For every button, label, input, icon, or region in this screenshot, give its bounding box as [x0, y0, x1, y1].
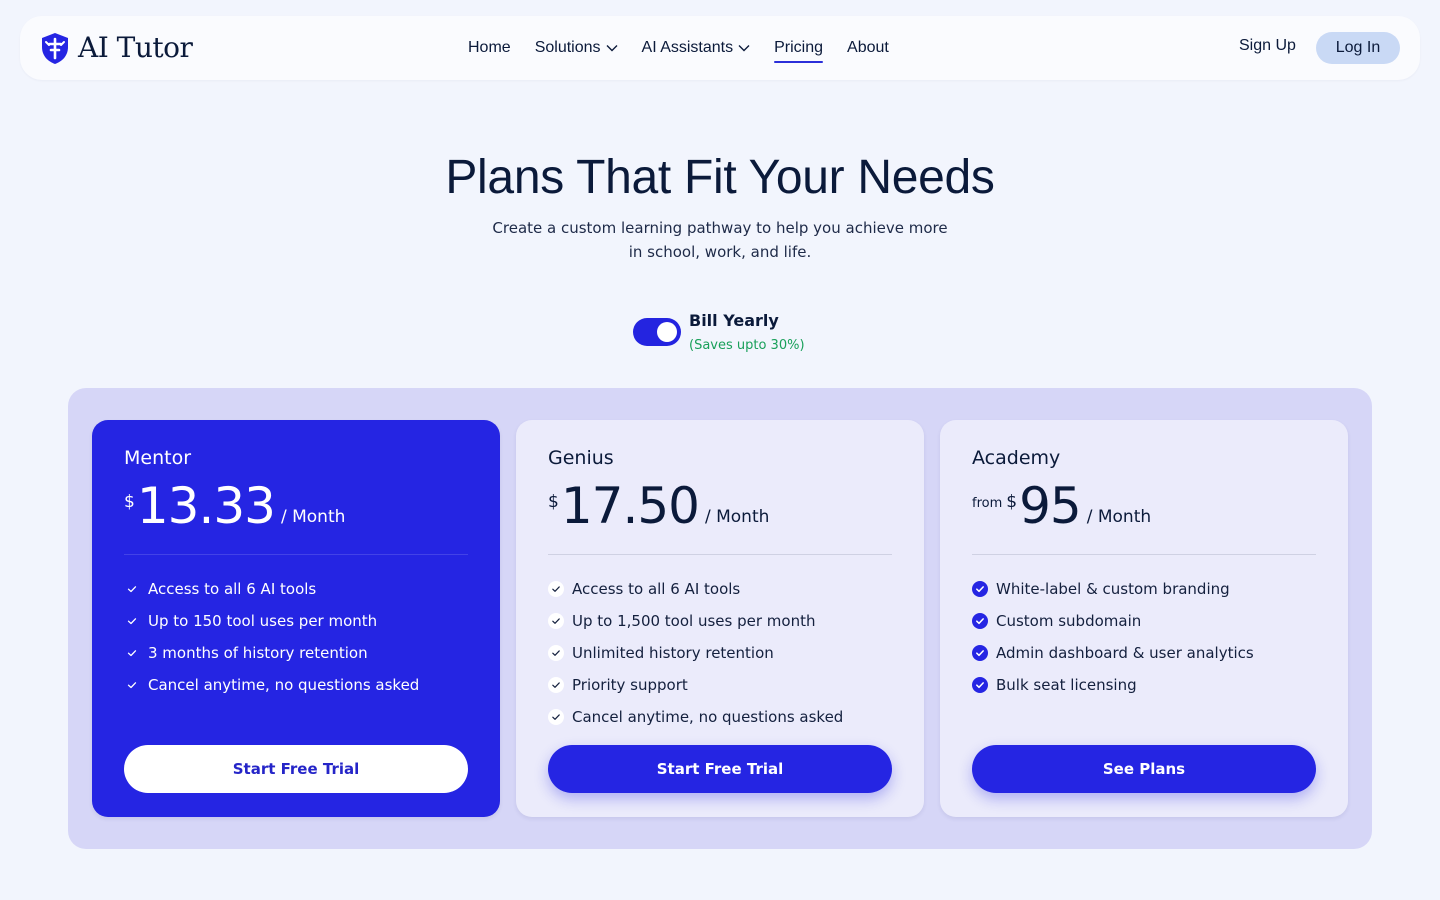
feature-item: Cancel anytime, no questions asked — [124, 669, 468, 701]
feature-text: Admin dashboard & user analytics — [996, 644, 1254, 662]
pricing-section: Mentor $ 13.33 / Month Access to all 6 A… — [68, 388, 1372, 849]
check-icon — [127, 650, 137, 657]
price-period: / Month — [1086, 507, 1152, 527]
check-circle-filled-icon — [972, 677, 988, 693]
divider — [548, 554, 892, 555]
chevron-down-icon — [606, 45, 618, 52]
feature-text: Bulk seat licensing — [996, 676, 1137, 694]
feature-item: Custom subdomain — [972, 605, 1316, 637]
feature-item: Up to 1,500 tool uses per month — [548, 605, 892, 637]
price-currency: $ — [1006, 492, 1018, 512]
feature-list: White-label & custom branding Custom sub… — [972, 573, 1316, 701]
plan-card-genius: Genius $ 17.50 / Month Access to all 6 A… — [516, 420, 924, 817]
feature-text: Custom subdomain — [996, 612, 1142, 630]
bill-yearly-label: Bill Yearly — [689, 311, 779, 330]
price-amount: 17.50 — [560, 477, 700, 535]
feature-list: Access to all 6 AI tools Up to 150 tool … — [124, 573, 468, 701]
nav-link-home[interactable]: Home — [468, 39, 511, 57]
chevron-down-icon — [738, 45, 750, 52]
feature-item: Cancel anytime, no questions asked — [548, 701, 892, 733]
plan-card-mentor: Mentor $ 13.33 / Month Access to all 6 A… — [92, 420, 500, 817]
log-in-button[interactable]: Log In — [1316, 32, 1400, 64]
feature-text: Up to 1,500 tool uses per month — [572, 612, 816, 630]
plan-price: $ 17.50 / Month — [548, 477, 892, 535]
price-period: / Month — [280, 507, 346, 527]
check-circle-filled-icon — [972, 581, 988, 597]
plan-name: Academy — [972, 447, 1061, 469]
nav-link-label: Home — [468, 39, 511, 56]
page-subtitle: Create a custom learning pathway to help… — [470, 216, 970, 264]
check-circle-icon — [548, 677, 564, 693]
brand-logo[interactable]: AI Tutor — [40, 31, 193, 65]
feature-text: 3 months of history retention — [148, 644, 368, 662]
toggle-knob — [657, 322, 677, 342]
price-currency: $ — [548, 492, 559, 512]
check-circle-icon — [548, 645, 564, 661]
bill-yearly-toggle[interactable] — [633, 318, 681, 346]
price-amount: 95 — [1019, 477, 1082, 535]
feature-text: Unlimited history retention — [572, 644, 774, 662]
subtitle-line: in school, work, and life. — [628, 243, 812, 261]
nav-link-about[interactable]: About — [847, 39, 889, 57]
feature-text: Access to all 6 AI tools — [148, 580, 317, 598]
plan-price: from $ 95 / Month — [972, 477, 1316, 535]
feature-item: 3 months of history retention — [124, 637, 468, 669]
see-plans-button[interactable]: See Plans — [972, 745, 1316, 793]
feature-text: Up to 150 tool uses per month — [148, 612, 378, 630]
sign-up-link[interactable]: Sign Up — [1239, 37, 1296, 55]
feature-item: White-label & custom branding — [972, 573, 1316, 605]
check-circle-filled-icon — [972, 613, 988, 629]
top-navbar: AI Tutor Home Solutions AI Assistants Pr… — [20, 16, 1420, 80]
page-title: Plans That Fit Your Needs — [445, 151, 995, 204]
check-icon — [127, 618, 137, 625]
nav-link-ai-assistants[interactable]: AI Assistants — [642, 39, 751, 57]
feature-item: Up to 150 tool uses per month — [124, 605, 468, 637]
plan-name: Genius — [548, 447, 614, 469]
check-circle-icon — [548, 709, 564, 725]
feature-item: Bulk seat licensing — [972, 669, 1316, 701]
nav-link-label: Pricing — [774, 39, 824, 56]
feature-text: Priority support — [572, 676, 688, 694]
price-period: / Month — [704, 507, 770, 527]
feature-item: Unlimited history retention — [548, 637, 892, 669]
savings-note: (Saves upto 30%) — [689, 338, 805, 353]
check-circle-filled-icon — [972, 645, 988, 661]
start-free-trial-button[interactable]: Start Free Trial — [548, 745, 892, 793]
nav-link-solutions[interactable]: Solutions — [535, 39, 618, 57]
feature-item: Access to all 6 AI tools — [124, 573, 468, 605]
divider — [972, 554, 1316, 555]
start-free-trial-button[interactable]: Start Free Trial — [124, 745, 468, 793]
plan-card-academy: Academy from $ 95 / Month White-label & … — [940, 420, 1348, 817]
check-icon — [127, 586, 137, 593]
brand-name: AI Tutor — [78, 31, 193, 64]
nav-link-label: Solutions — [534, 39, 601, 56]
price-amount: 13.33 — [136, 477, 276, 535]
check-circle-icon — [548, 581, 564, 597]
check-circle-icon — [548, 613, 564, 629]
nav-link-label: AI Assistants — [641, 39, 734, 56]
shield-logo-icon — [42, 32, 68, 64]
feature-list: Access to all 6 AI tools Up to 1,500 too… — [548, 573, 892, 733]
nav-link-pricing[interactable]: Pricing — [774, 39, 824, 63]
divider — [124, 554, 468, 555]
feature-item: Admin dashboard & user analytics — [972, 637, 1316, 669]
price-currency: $ — [124, 492, 135, 512]
feature-item: Priority support — [548, 669, 892, 701]
feature-text: White-label & custom branding — [996, 580, 1230, 598]
subtitle-line: Create a custom learning pathway to help… — [492, 219, 948, 237]
price-prefix: from — [972, 496, 1003, 511]
feature-item: Access to all 6 AI tools — [548, 573, 892, 605]
feature-text: Access to all 6 AI tools — [572, 580, 741, 598]
feature-text: Cancel anytime, no questions asked — [148, 676, 420, 694]
nav-link-label: About — [847, 39, 889, 56]
main-nav: Home Solutions AI Assistants Pricing Abo… — [468, 16, 889, 80]
check-icon — [127, 682, 137, 689]
plan-name: Mentor — [124, 447, 192, 469]
feature-text: Cancel anytime, no questions asked — [572, 708, 844, 726]
plan-price: $ 13.33 / Month — [124, 477, 468, 535]
